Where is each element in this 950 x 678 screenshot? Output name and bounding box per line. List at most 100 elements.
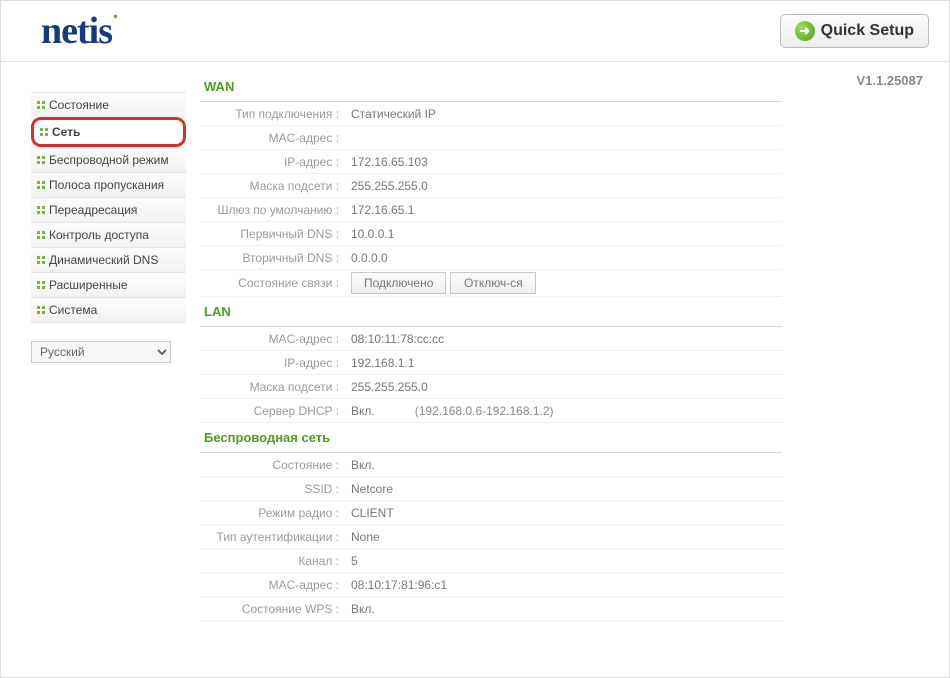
wlan-chan-row: Канал :5 xyxy=(200,549,782,573)
field-label: IP-адрес : xyxy=(200,155,345,169)
grid-icon xyxy=(37,206,45,214)
quick-setup-label: Quick Setup xyxy=(821,22,914,40)
field-value: 0.0.0.0 xyxy=(345,251,388,265)
field-label: Вторичный DNS : xyxy=(200,251,345,265)
sidebar-item-status[interactable]: Состояние xyxy=(31,92,186,117)
field-value: 10.0.0.1 xyxy=(345,227,394,241)
field-value: Netcore xyxy=(345,482,393,496)
field-value: 172.16.65.1 xyxy=(345,203,414,217)
field-label: Канал : xyxy=(200,554,345,568)
field-label: Состояние WPS : xyxy=(200,602,345,616)
dhcp-state: Вкл. xyxy=(351,404,375,418)
field-value: 5 xyxy=(345,554,358,568)
sidebar-item-label: Полоса пропускания xyxy=(49,178,164,192)
field-value: Вкл. xyxy=(345,458,375,472)
field-label: Шлюз по умолчанию : xyxy=(200,203,345,217)
field-label: Состояние связи : xyxy=(200,276,345,290)
main-content: WAN Тип подключения :Статический IP MAC-… xyxy=(186,62,796,641)
grid-icon xyxy=(37,256,45,264)
wlan-state-row: Состояние :Вкл. xyxy=(200,453,782,477)
wan-mask-row: Маска подсети :255.255.255.0 xyxy=(200,174,782,198)
field-value: Вкл. xyxy=(345,602,375,616)
wlan-mac-row: MAC-адрес :08:10:17:81:96:c1 xyxy=(200,573,782,597)
grid-icon xyxy=(40,128,48,136)
sidebar-item-label: Система xyxy=(49,303,97,317)
field-value: 255.255.255.0 xyxy=(345,179,428,193)
field-label: Состояние : xyxy=(200,458,345,472)
wan-section-title: WAN xyxy=(200,72,782,102)
sidebar: Состояние Сеть Беспроводной режим Полоса… xyxy=(1,62,186,363)
grid-icon xyxy=(37,281,45,289)
quick-setup-button[interactable]: ➜ Quick Setup xyxy=(780,14,929,48)
field-label: Сервер DHCP : xyxy=(200,404,345,418)
sidebar-item-label: Динамический DNS xyxy=(49,253,158,267)
sidebar-item-system[interactable]: Система xyxy=(31,297,186,323)
firmware-version: V1.1.25087 xyxy=(856,73,923,88)
field-value: 172.16.65.103 xyxy=(345,155,428,169)
sidebar-item-label: Расширенные xyxy=(49,278,128,292)
field-label: MAC-адрес : xyxy=(200,578,345,592)
sidebar-item-label: Контроль доступа xyxy=(49,228,149,242)
link-buttons: Подключено Отключ-ся xyxy=(345,272,536,294)
wan-conn-type-row: Тип подключения :Статический IP xyxy=(200,102,782,126)
field-value: 255.255.255.0 xyxy=(345,380,428,394)
logo-text: netis xyxy=(41,10,112,52)
field-value: Вкл. (192.168.0.6-192.168.1.2) xyxy=(345,404,554,418)
field-value: None xyxy=(345,530,380,544)
lan-mask-row: Маска подсети :255.255.255.0 xyxy=(200,375,782,399)
wlan-section-title: Беспроводная сеть xyxy=(200,423,782,453)
wlan-radio-row: Режим радио :CLIENT xyxy=(200,501,782,525)
wlan-auth-row: Тип аутентификации :None xyxy=(200,525,782,549)
wan-dns2-row: Вторичный DNS :0.0.0.0 xyxy=(200,246,782,270)
header: netis• ➜ Quick Setup xyxy=(1,1,949,62)
wan-ip-row: IP-адрес :172.16.65.103 xyxy=(200,150,782,174)
sidebar-item-ddns[interactable]: Динамический DNS xyxy=(31,247,186,272)
field-label: Маска подсети : xyxy=(200,380,345,394)
dhcp-range: (192.168.0.6-192.168.1.2) xyxy=(415,404,554,418)
sidebar-item-label: Беспроводной режим xyxy=(49,153,169,167)
sidebar-item-network[interactable]: Сеть xyxy=(31,117,186,147)
disconnect-button[interactable]: Отключ-ся xyxy=(450,272,536,294)
sidebar-item-access[interactable]: Контроль доступа xyxy=(31,222,186,247)
sidebar-item-label: Сеть xyxy=(52,125,80,139)
grid-icon xyxy=(37,231,45,239)
lan-mac-row: MAC-адрес :08:10:11:78:cc:cc xyxy=(200,327,782,351)
connected-button[interactable]: Подключено xyxy=(351,272,446,294)
field-label: MAC-адрес : xyxy=(200,131,345,145)
lan-section-title: LAN xyxy=(200,297,782,327)
wlan-ssid-row: SSID :Netcore xyxy=(200,477,782,501)
field-label: Первичный DNS : xyxy=(200,227,345,241)
field-label: MAC-адрес : xyxy=(200,332,345,346)
field-label: Режим радио : xyxy=(200,506,345,520)
sidebar-item-advanced[interactable]: Расширенные xyxy=(31,272,186,297)
field-value: 08:10:11:78:cc:cc xyxy=(345,332,444,346)
grid-icon xyxy=(37,181,45,189)
grid-icon xyxy=(37,101,45,109)
field-value: Статический IP xyxy=(345,107,436,121)
sidebar-item-label: Переадресация xyxy=(49,203,137,217)
lan-dhcp-row: Сервер DHCP : Вкл. (192.168.0.6-192.168.… xyxy=(200,399,782,423)
sidebar-item-wireless[interactable]: Беспроводной режим xyxy=(31,147,186,172)
grid-icon xyxy=(37,156,45,164)
lan-ip-row: IP-адрес :192.168.1.1 xyxy=(200,351,782,375)
field-value: 08:10:17:81:96:c1 xyxy=(345,578,447,592)
field-value: CLIENT xyxy=(345,506,394,520)
grid-icon xyxy=(37,306,45,314)
wan-dns1-row: Первичный DNS :10.0.0.1 xyxy=(200,222,782,246)
wan-mac-row: MAC-адрес : xyxy=(200,126,782,150)
arrow-circle-icon: ➜ xyxy=(795,21,815,41)
logo-dot-icon: • xyxy=(113,10,117,25)
wan-link-row: Состояние связи : Подключено Отключ-ся xyxy=(200,270,782,297)
logo: netis• xyxy=(41,9,116,53)
sidebar-item-forwarding[interactable]: Переадресация xyxy=(31,197,186,222)
field-label: Тип подключения : xyxy=(200,107,345,121)
sidebar-item-bandwidth[interactable]: Полоса пропускания xyxy=(31,172,186,197)
sidebar-item-label: Состояние xyxy=(49,98,109,112)
field-label: Маска подсети : xyxy=(200,179,345,193)
field-label: SSID : xyxy=(200,482,345,496)
field-label: Тип аутентификации : xyxy=(200,530,345,544)
language-select[interactable]: Русский xyxy=(31,341,171,363)
wlan-wps-row: Состояние WPS :Вкл. xyxy=(200,597,782,621)
wan-gw-row: Шлюз по умолчанию :172.16.65.1 xyxy=(200,198,782,222)
field-label: IP-адрес : xyxy=(200,356,345,370)
